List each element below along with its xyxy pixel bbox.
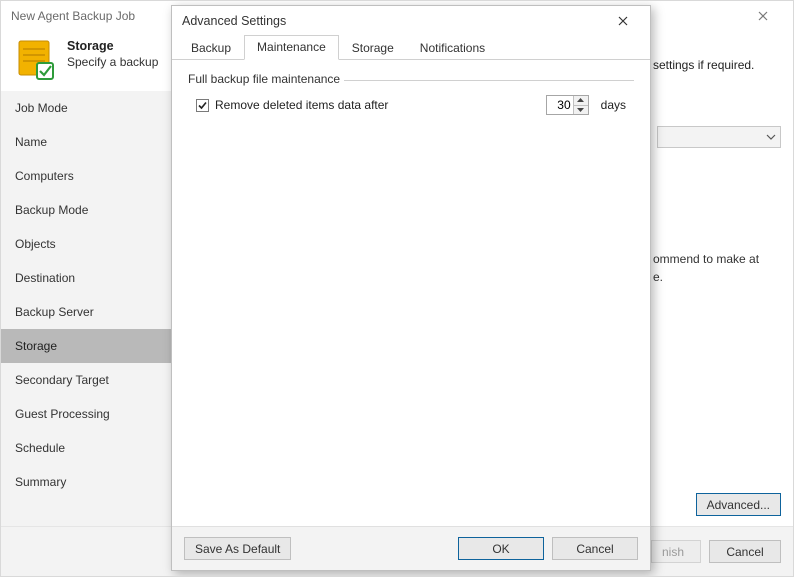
remove-days-input[interactable] [547, 96, 573, 114]
group-legend: Full backup file maintenance [188, 72, 344, 86]
repository-dropdown[interactable] [657, 126, 781, 148]
sidebar-item-backup-mode[interactable]: Backup Mode [1, 193, 184, 227]
full-backup-maintenance-group: Full backup file maintenance Remove dele… [188, 80, 634, 123]
advanced-settings-dialog: Advanced Settings Backup Maintenance Sto… [171, 5, 651, 571]
remove-days-spinner[interactable] [546, 95, 589, 115]
sidebar-item-backup-server[interactable]: Backup Server [1, 295, 184, 329]
sidebar-item-schedule[interactable]: Schedule [1, 431, 184, 465]
close-icon [618, 16, 628, 26]
tab-backup[interactable]: Backup [178, 36, 244, 60]
days-label: days [601, 98, 626, 112]
remove-deleted-label: Remove deleted items data after [215, 98, 388, 112]
dialog-cancel-button[interactable]: Cancel [552, 537, 638, 560]
recommend-text: ommend to make at e. [653, 250, 781, 286]
chevron-down-icon [766, 134, 776, 140]
dialog-footer: Save As Default OK Cancel [172, 526, 650, 570]
dialog-titlebar: Advanced Settings [172, 6, 650, 36]
dialog-body: Full backup file maintenance Remove dele… [172, 60, 650, 526]
page-subtitle: Specify a backup [67, 55, 158, 69]
checkmark-icon [197, 100, 208, 111]
sidebar-item-computers[interactable]: Computers [1, 159, 184, 193]
ok-button[interactable]: OK [458, 537, 544, 560]
remove-deleted-checkbox[interactable] [196, 99, 209, 112]
sidebar-item-job-mode[interactable]: Job Mode [1, 91, 184, 125]
sidebar-item-summary[interactable]: Summary [1, 465, 184, 499]
spinner-down[interactable] [574, 105, 588, 115]
close-icon [758, 11, 768, 21]
caret-up-icon [577, 98, 584, 102]
wizard-header-text: Storage Specify a backup [67, 37, 158, 69]
dialog-tabs: Backup Maintenance Storage Notifications [172, 36, 650, 60]
tab-maintenance[interactable]: Maintenance [244, 35, 339, 60]
sidebar-item-objects[interactable]: Objects [1, 227, 184, 261]
sidebar-item-guest-processing[interactable]: Guest Processing [1, 397, 184, 431]
window-title: New Agent Backup Job [11, 9, 135, 23]
spinner-arrows [573, 96, 588, 114]
sidebar-item-destination[interactable]: Destination [1, 261, 184, 295]
storage-step-icon [15, 37, 55, 81]
save-as-default-button[interactable]: Save As Default [184, 537, 291, 560]
dialog-title: Advanced Settings [182, 14, 286, 28]
sidebar-item-name[interactable]: Name [1, 125, 184, 159]
advanced-button[interactable]: Advanced... [696, 493, 781, 516]
page-subtitle-right: settings if required. [653, 58, 754, 72]
finish-button[interactable]: nish [651, 540, 701, 563]
window-close-button[interactable] [743, 2, 783, 30]
tab-storage[interactable]: Storage [339, 36, 407, 60]
wizard-window: New Agent Backup Job Storage Specify a b… [0, 0, 794, 577]
spinner-up[interactable] [574, 96, 588, 105]
remove-deleted-row: Remove deleted items data after day [196, 95, 626, 115]
sidebar-item-storage[interactable]: Storage [1, 329, 184, 363]
wizard-steps-sidebar: Job Mode Name Computers Backup Mode Obje… [1, 91, 185, 528]
caret-down-icon [577, 108, 584, 112]
tab-notifications[interactable]: Notifications [407, 36, 498, 60]
page-title: Storage [67, 39, 158, 53]
dialog-close-button[interactable] [606, 8, 640, 34]
cancel-button[interactable]: Cancel [709, 540, 781, 563]
sidebar-item-secondary-target[interactable]: Secondary Target [1, 363, 184, 397]
